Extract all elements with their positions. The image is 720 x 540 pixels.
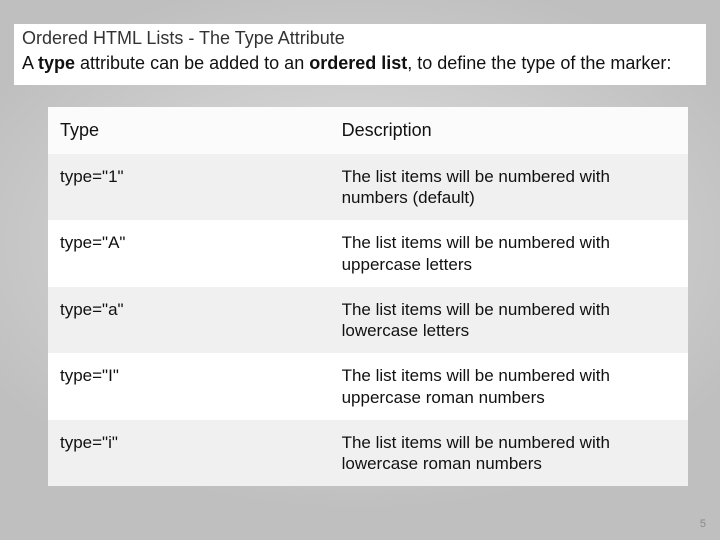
subtitle-part: A xyxy=(22,53,38,73)
table-header-row: Type Description xyxy=(48,107,688,154)
table-row: type="I" The list items will be numbered… xyxy=(48,353,688,420)
col-header-description: Description xyxy=(330,107,688,154)
slide-title: Ordered HTML Lists - The Type Attribute xyxy=(22,28,698,49)
table-row: type="a" The list items will be numbered… xyxy=(48,287,688,354)
cell-type: type="1" xyxy=(48,154,330,221)
slide-subtitle: A type attribute can be added to an orde… xyxy=(22,51,698,75)
type-attribute-table: Type Description type="1" The list items… xyxy=(48,107,688,486)
subtitle-part: attribute can be added to an xyxy=(75,53,309,73)
cell-type: type="I" xyxy=(48,353,330,420)
cell-description: The list items will be numbered with low… xyxy=(330,287,688,354)
slide: Ordered HTML Lists - The Type Attribute … xyxy=(0,0,720,540)
page-number: 5 xyxy=(700,518,706,530)
cell-description: The list items will be numbered with upp… xyxy=(330,220,688,287)
subtitle-bold: type xyxy=(38,53,75,73)
col-header-type: Type xyxy=(48,107,330,154)
cell-description: The list items will be numbered with low… xyxy=(330,420,688,487)
cell-description: The list items will be numbered with num… xyxy=(330,154,688,221)
header-box: Ordered HTML Lists - The Type Attribute … xyxy=(14,24,706,85)
cell-type: type="a" xyxy=(48,287,330,354)
table-row: type="i" The list items will be numbered… xyxy=(48,420,688,487)
cell-description: The list items will be numbered with upp… xyxy=(330,353,688,420)
subtitle-part: , to define the type of the marker: xyxy=(407,53,671,73)
subtitle-bold: ordered list xyxy=(309,53,407,73)
table-row: type="1" The list items will be numbered… xyxy=(48,154,688,221)
cell-type: type="i" xyxy=(48,420,330,487)
cell-type: type="A" xyxy=(48,220,330,287)
table-row: type="A" The list items will be numbered… xyxy=(48,220,688,287)
